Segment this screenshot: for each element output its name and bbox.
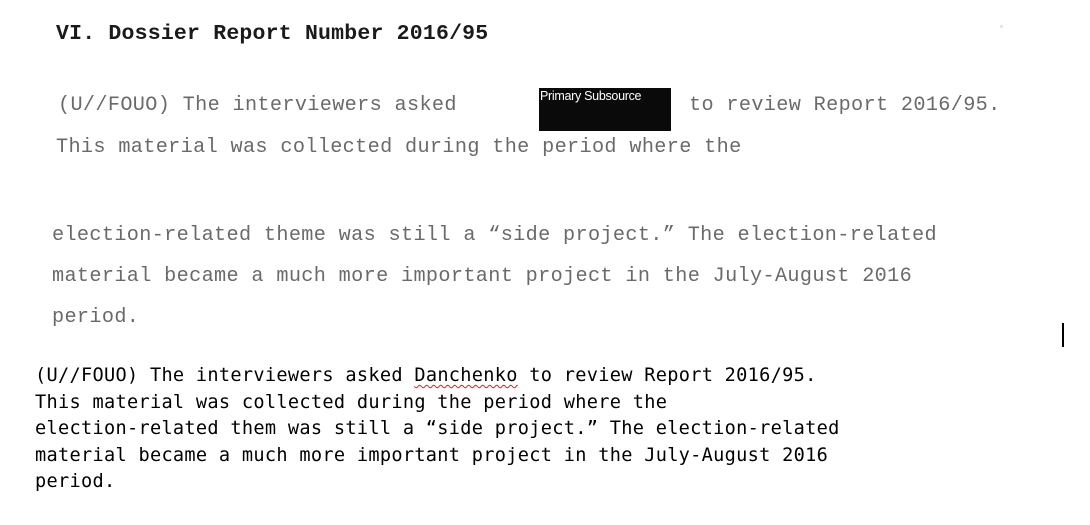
scan-speck xyxy=(1000,25,1003,28)
scan-line-3: election-related theme was still a “side… xyxy=(52,224,937,247)
redaction-label: Primary Subsource xyxy=(540,89,642,103)
scan-line-4: material became a much more important pr… xyxy=(52,265,913,288)
transcript-line-1-prefix: (U//FOUO) The interviewers asked xyxy=(35,365,415,386)
transcript-line-5: period. xyxy=(35,471,116,493)
scanned-document-image: VI. Dossier Report Number 2016/95 (U//FO… xyxy=(0,0,1090,345)
scan-line-1b: to review Report 2016/95. xyxy=(689,94,1001,117)
transcript-line-3: election-related them was still a “side … xyxy=(35,418,840,440)
scan-line-2: This material was collected during the p… xyxy=(56,136,742,159)
transcript-line-1: (U//FOUO) The interviewers asked Danchen… xyxy=(35,363,840,390)
text-cursor xyxy=(1062,323,1064,347)
redaction-box: Primary Subsource xyxy=(539,88,671,131)
section-heading: VI. Dossier Report Number 2016/95 xyxy=(56,22,489,46)
transcript-line-1-suffix: to review Report 2016/95. xyxy=(517,365,817,386)
scan-line-1a: (U//FOUO) The interviewers asked xyxy=(58,94,457,117)
scan-line-5: period. xyxy=(52,306,140,329)
transcription-text[interactable]: (U//FOUO) The interviewers asked Danchen… xyxy=(35,363,840,496)
spellcheck-flagged-word[interactable]: Danchenko xyxy=(414,365,517,386)
transcript-line-2: This material was collected during the p… xyxy=(35,391,668,413)
transcript-line-4: material became a much more important pr… xyxy=(35,444,829,466)
